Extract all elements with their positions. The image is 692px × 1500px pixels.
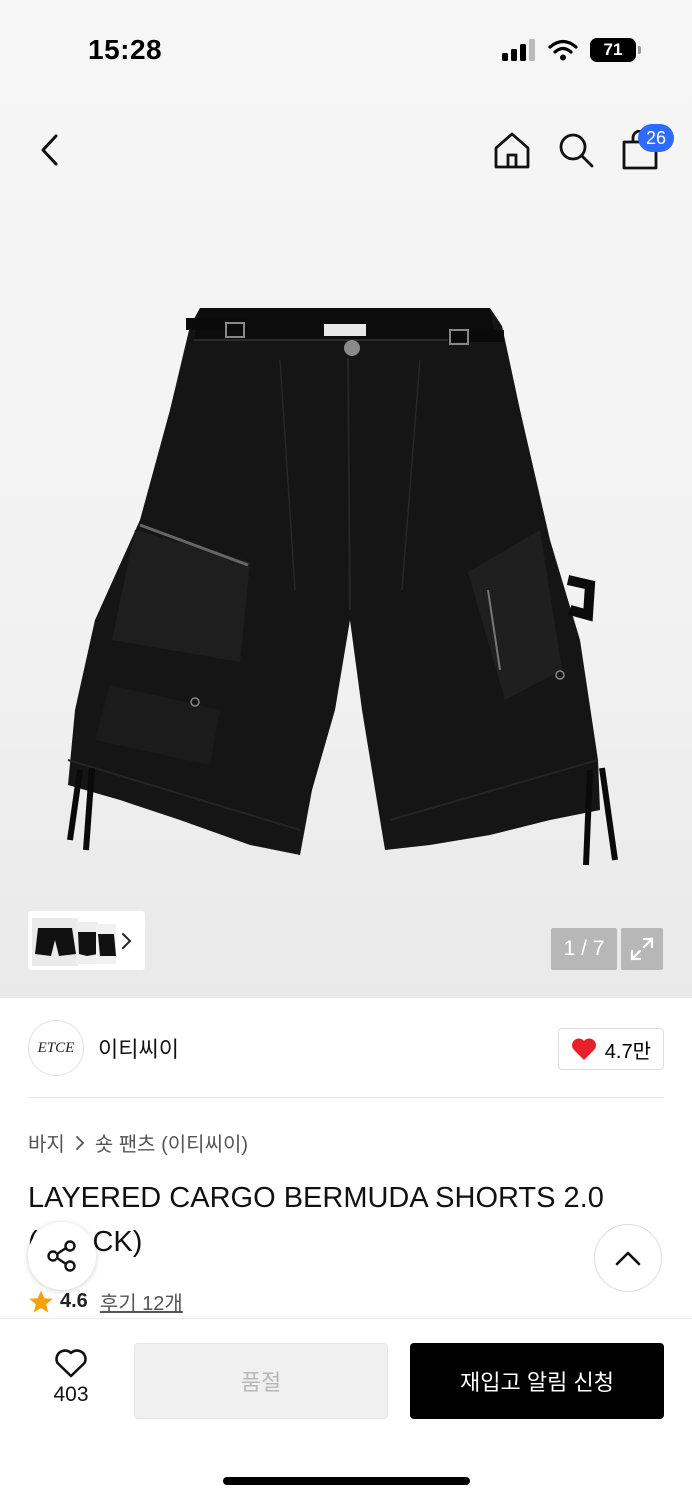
- reviews-link[interactable]: 후기 12개: [100, 1287, 183, 1316]
- chevron-right-icon: [122, 932, 132, 949]
- home-button[interactable]: [484, 120, 540, 180]
- home-indicator: [223, 1477, 470, 1485]
- brand-logo[interactable]: ETCE: [28, 1020, 84, 1076]
- battery-icon: 71: [590, 38, 641, 62]
- search-icon: [559, 133, 594, 168]
- brand-like-count: 4.7만: [604, 1040, 651, 1063]
- breadcrumb-subcategory[interactable]: 숏 팬츠 (이티씨이): [95, 1128, 248, 1157]
- rating-score: 4.6: [60, 1290, 88, 1312]
- brand-name[interactable]: 이티씨이: [98, 1032, 179, 1064]
- cart-button[interactable]: 26: [612, 120, 674, 180]
- brand-row[interactable]: ETCE 이티씨이 4.7만: [28, 1020, 664, 1076]
- thumbnail-images: [32, 917, 116, 966]
- chevron-left-icon: [41, 134, 58, 166]
- heart-filled-icon: [571, 1038, 596, 1060]
- chevron-right-icon: [75, 1135, 85, 1150]
- product-title: LAYERED CARGO BERMUDA SHORTS 2.0 (BLACK): [28, 1182, 604, 1258]
- fullscreen-button[interactable]: [621, 928, 663, 970]
- scroll-top-button[interactable]: [594, 1224, 662, 1292]
- status-time: 15:28: [88, 34, 163, 65]
- share-icon: [47, 1240, 76, 1272]
- product-photo[interactable]: [50, 290, 650, 880]
- battery-level: 71: [603, 40, 623, 59]
- status-icons: 71: [502, 38, 641, 62]
- wishlist-button[interactable]: 403: [36, 1347, 106, 1407]
- wifi-icon: [548, 39, 578, 61]
- status-bar: 15:28 71: [0, 0, 692, 100]
- signal-icon: [502, 39, 535, 61]
- wishlist-count: 403: [53, 1383, 89, 1406]
- back-button[interactable]: [22, 120, 78, 180]
- top-nav: 26: [0, 120, 692, 184]
- heart-outline-icon: [55, 1349, 87, 1378]
- breadcrumb: 바지 숏 팬츠 (이티씨이): [28, 1128, 248, 1157]
- star-icon: [29, 1290, 53, 1312]
- home-icon: [494, 132, 530, 169]
- rating-row: 4.6 후기 12개: [28, 1287, 183, 1316]
- expand-icon: [630, 937, 654, 961]
- image-page-counter: 1 / 7: [551, 928, 617, 970]
- thumbnail-strip[interactable]: [28, 911, 145, 970]
- product-image-area: 15:28 71 26 1 / 7: [0, 0, 692, 998]
- cart-count-badge: 26: [638, 124, 674, 152]
- search-button[interactable]: [548, 120, 604, 180]
- chevron-up-icon: [615, 1251, 641, 1266]
- breadcrumb-category[interactable]: 바지: [28, 1128, 65, 1157]
- restock-alert-button[interactable]: 재입고 알림 신청: [410, 1343, 664, 1419]
- bottom-action-bar: 403 품절 재입고 알림 신청: [0, 1318, 692, 1500]
- divider: [28, 1097, 664, 1098]
- share-button[interactable]: [28, 1222, 96, 1290]
- brand-like-button[interactable]: 4.7만: [557, 1028, 664, 1070]
- soldout-button: 품절: [134, 1343, 388, 1419]
